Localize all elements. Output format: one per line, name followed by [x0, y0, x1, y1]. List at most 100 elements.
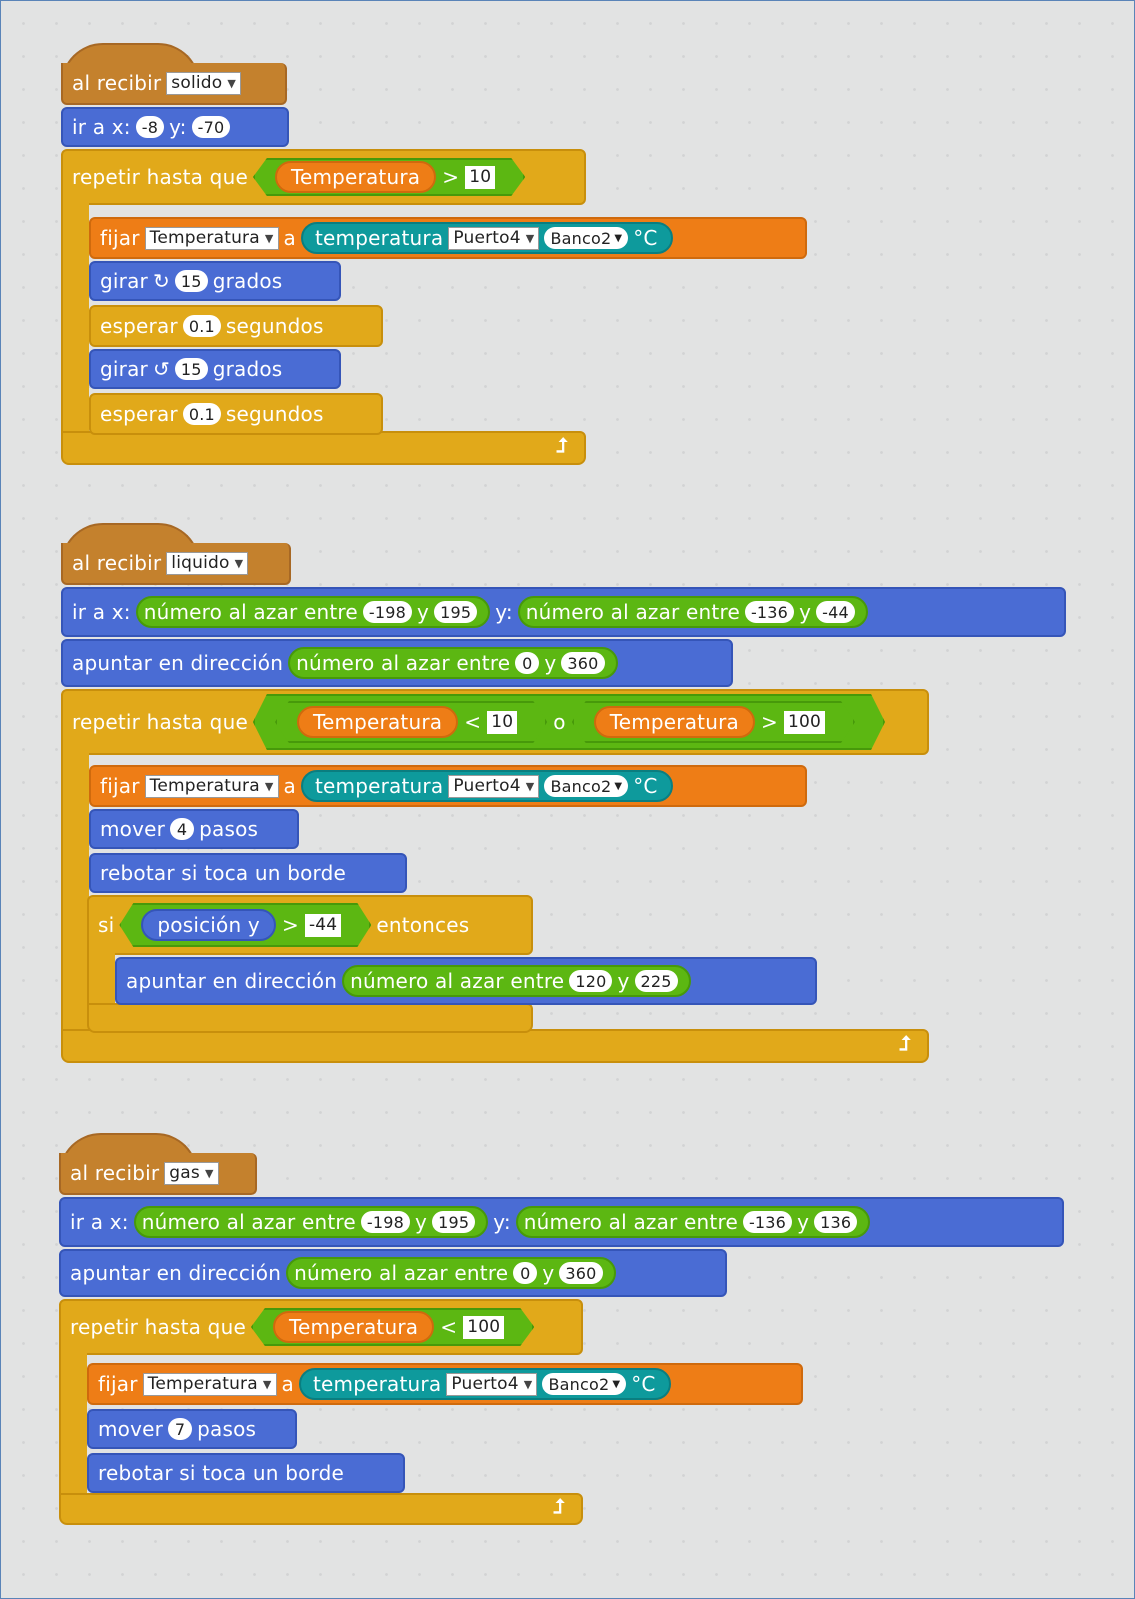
go-to-xy-block[interactable]: ir a x: número al azar entre -198 y 195 … [61, 587, 1066, 637]
port-dropdown[interactable]: Puerto4 ▼ [448, 226, 540, 250]
gt-operator[interactable]: Temperatura > 100 [572, 701, 855, 743]
variable-reporter[interactable]: Temperatura [273, 1311, 434, 1343]
message-dropdown[interactable]: solido ▼ [166, 71, 242, 95]
if-header[interactable]: si posición y > -44 entonces [87, 895, 533, 955]
random-x-reporter[interactable]: número al azar entre -198 y 195 [133, 1206, 489, 1238]
random-from-input[interactable]: -136 [744, 601, 795, 623]
when-receive-block[interactable]: al recibir gas ▼ [59, 1153, 257, 1195]
variable-dropdown[interactable]: Temperatura ▼ [142, 1372, 277, 1396]
random-from-input[interactable]: -198 [362, 601, 413, 623]
gt-value-input[interactable]: -44 [305, 914, 341, 937]
random-y-reporter[interactable]: número al azar entre -136 y 136 [515, 1206, 871, 1238]
random-from-input[interactable]: 120 [569, 970, 613, 992]
when-receive-block[interactable]: al recibir liquido ▼ [61, 543, 291, 585]
random-to-input[interactable]: 360 [559, 1262, 603, 1284]
variable-reporter[interactable]: Temperatura [297, 706, 458, 738]
message-dropdown[interactable]: liquido ▼ [166, 551, 249, 575]
random-to-input[interactable]: -44 [816, 601, 855, 623]
bounce-on-edge-block[interactable]: rebotar si toca un borde [89, 853, 407, 893]
random-direction-reporter[interactable]: número al azar entre 0 y 360 [286, 1257, 616, 1289]
wait-seconds-input[interactable]: 0.1 [182, 315, 221, 337]
random-to-input[interactable]: 195 [434, 601, 478, 623]
gt-value-input[interactable]: 10 [465, 166, 495, 189]
dropdown-arrow-icon: ▼ [264, 231, 274, 245]
gt-operator[interactable]: Temperatura > 10 [253, 158, 525, 196]
bank-dropdown[interactable]: Banco2 ▼ [544, 227, 629, 249]
steps-label: pasos [199, 817, 259, 841]
random-to-input[interactable]: 195 [432, 1211, 476, 1233]
wait-block[interactable]: esperar 0.1 segundos [89, 305, 383, 347]
bank-dropdown[interactable]: Banco2 ▼ [542, 1373, 627, 1395]
lt-value-input[interactable]: 10 [487, 711, 517, 734]
bounce-on-edge-block[interactable]: rebotar si toca un borde [87, 1453, 405, 1493]
x-input[interactable]: -8 [135, 116, 165, 138]
turn-left-block[interactable]: girar ↺ 15 grados [89, 349, 341, 389]
steps-input[interactable]: 7 [168, 1418, 193, 1440]
y-input[interactable]: -70 [191, 116, 231, 138]
bank-dropdown[interactable]: Banco2 ▼ [544, 775, 629, 797]
gt-value-input[interactable]: 100 [784, 711, 825, 734]
turn-left-degrees-input[interactable]: 15 [174, 358, 208, 380]
scripts-canvas[interactable]: al recibir solido ▼ ir a x: -8 y: -70 rep… [0, 0, 1135, 1599]
lt-operator[interactable]: Temperatura < 100 [251, 1308, 534, 1346]
go-to-xy-block[interactable]: ir a x: -8 y: -70 [61, 107, 289, 147]
repeat-until-header[interactable]: repetir hasta que Temperatura < 100 [59, 1299, 583, 1355]
random-from-input[interactable]: -198 [360, 1211, 411, 1233]
random-to-input[interactable]: 360 [561, 652, 605, 674]
message-dropdown[interactable]: gas ▼ [164, 1161, 219, 1185]
port-dropdown[interactable]: Puerto4 ▼ [448, 774, 540, 798]
go-to-xy-block[interactable]: ir a x: número al azar entre -198 y 195 … [59, 1197, 1064, 1247]
steps-input[interactable]: 4 [170, 818, 195, 840]
random-label: número al azar entre [525, 600, 740, 624]
wait-seconds-input[interactable]: 0.1 [182, 403, 221, 425]
dropdown-arrow-icon: ▼ [262, 1377, 272, 1391]
when-receive-block[interactable]: al recibir solido ▼ [61, 63, 287, 105]
lt-operator[interactable]: Temperatura < 10 [275, 701, 547, 743]
y-label: y: [169, 115, 187, 139]
variable-reporter[interactable]: Temperatura [594, 706, 755, 738]
random-direction-reporter[interactable]: número al azar entre 0 y 360 [288, 647, 618, 679]
point-direction-block[interactable]: apuntar en dirección número al azar entr… [61, 639, 733, 687]
temperature-sensor-reporter[interactable]: temperatura Puerto4 ▼ Banco2 ▼ °C [301, 770, 673, 802]
dropdown-arrow-icon: ▼ [612, 1378, 621, 1390]
set-variable-block[interactable]: fijar Temperatura ▼ a temperatura Puerto4… [89, 217, 807, 259]
turn-right-degrees-input[interactable]: 15 [174, 270, 208, 292]
when-receive-label: al recibir [72, 551, 162, 575]
and-label: y [544, 651, 557, 675]
gt-operator[interactable]: posición y > -44 [119, 903, 371, 947]
set-variable-block[interactable]: fijar Temperatura ▼ a temperatura Puerto4… [89, 765, 807, 807]
repeat-until-header[interactable]: repetir hasta que Temperatura > 10 [61, 149, 586, 205]
celsius-label: °C [633, 774, 658, 798]
set-variable-block[interactable]: fijar Temperatura ▼ a temperatura Puerto4… [87, 1363, 803, 1405]
random-from-input[interactable]: -136 [742, 1211, 793, 1233]
dropdown-arrow-icon: ▼ [234, 556, 244, 570]
and-label: y [542, 1261, 555, 1285]
turn-right-block[interactable]: girar ↻ 15 grados [89, 261, 341, 301]
lt-value-input[interactable]: 100 [463, 1316, 504, 1339]
variable-dropdown[interactable]: Temperatura ▼ [144, 226, 279, 250]
bank-value: Banco2 [550, 228, 612, 248]
move-steps-block[interactable]: mover 7 pasos [87, 1409, 297, 1449]
random-from-input[interactable]: 0 [515, 652, 540, 674]
port-dropdown[interactable]: Puerto4 ▼ [446, 1372, 538, 1396]
random-y-reporter[interactable]: número al azar entre -136 y -44 [517, 596, 868, 628]
wait-block[interactable]: esperar 0.1 segundos [89, 393, 383, 435]
random-x-reporter[interactable]: número al azar entre -198 y 195 [135, 596, 491, 628]
seconds-label: segundos [225, 314, 324, 338]
variable-reporter[interactable]: Temperatura [275, 161, 436, 193]
point-direction-block[interactable]: apuntar en dirección número al azar entr… [59, 1249, 727, 1297]
random-to-input[interactable]: 136 [814, 1211, 858, 1233]
repeat-until-header[interactable]: repetir hasta que Temperatura < 10 o Tem… [61, 689, 929, 755]
gt-sign: > [442, 165, 460, 189]
position-y-reporter[interactable]: posición y [141, 909, 276, 941]
or-operator[interactable]: Temperatura < 10 o Temperatura > 100 [253, 694, 885, 750]
variable-dropdown[interactable]: Temperatura ▼ [144, 774, 279, 798]
random-to-input[interactable]: 225 [634, 970, 678, 992]
random-direction-reporter[interactable]: número al azar entre 120 y 225 [342, 965, 691, 997]
random-from-input[interactable]: 0 [513, 1262, 538, 1284]
message-value: gas [169, 1163, 200, 1183]
move-steps-block[interactable]: mover 4 pasos [89, 809, 299, 849]
point-direction-block[interactable]: apuntar en dirección número al azar entr… [115, 957, 817, 1005]
temperature-sensor-reporter[interactable]: temperatura Puerto4 ▼ Banco2 ▼ °C [299, 1368, 671, 1400]
temperature-sensor-reporter[interactable]: temperatura Puerto4 ▼ Banco2 ▼ °C [301, 222, 673, 254]
